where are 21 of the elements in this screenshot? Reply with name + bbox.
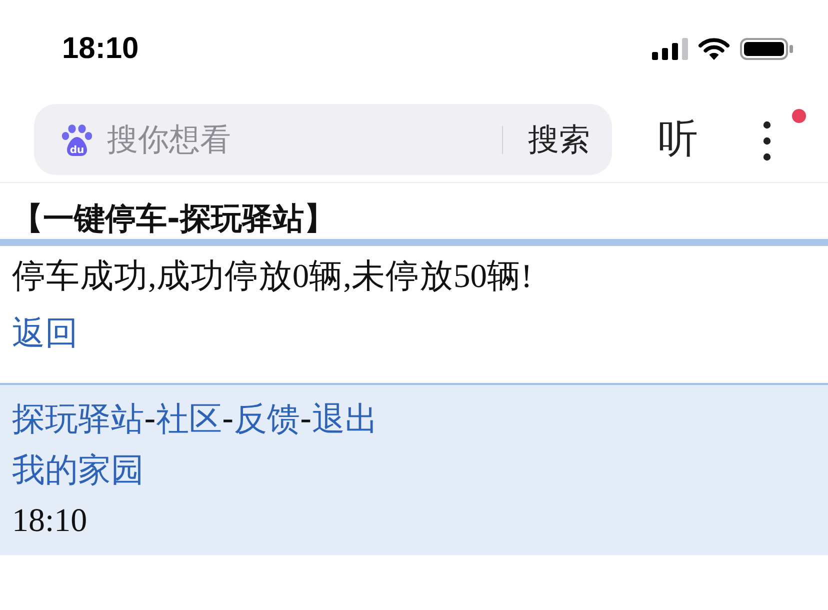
search-field[interactable]: 搜你想看 [107,118,502,162]
nav-link[interactable]: 退出 [312,398,378,438]
signal-icon [652,38,688,60]
search-bar[interactable]: du 搜你想看 搜索 [34,104,612,175]
listen-button[interactable]: 听 [658,114,698,164]
battery-icon [740,38,794,60]
status-time: 18:10 [62,32,139,66]
wifi-icon [698,38,730,60]
home-link[interactable]: 我的家园 [12,450,144,490]
page-title: 【一键停车-探玩驿站】 [12,201,335,237]
search-button[interactable]: 搜索 [503,114,612,164]
nav-separator: - [222,398,234,438]
nav-separator: - [300,398,312,438]
nav-separator: - [144,398,156,438]
more-menu-icon[interactable] [763,121,771,161]
nav-link[interactable]: 反馈 [234,398,300,438]
back-link[interactable]: 返回 [12,313,78,353]
nav-link[interactable]: 社区 [156,398,222,438]
nav-link[interactable]: 探玩驿站 [12,398,144,438]
status-message: 停车成功,成功停放0辆,未停放50辆! [12,257,532,297]
footer-time: 18:10 [12,502,88,540]
